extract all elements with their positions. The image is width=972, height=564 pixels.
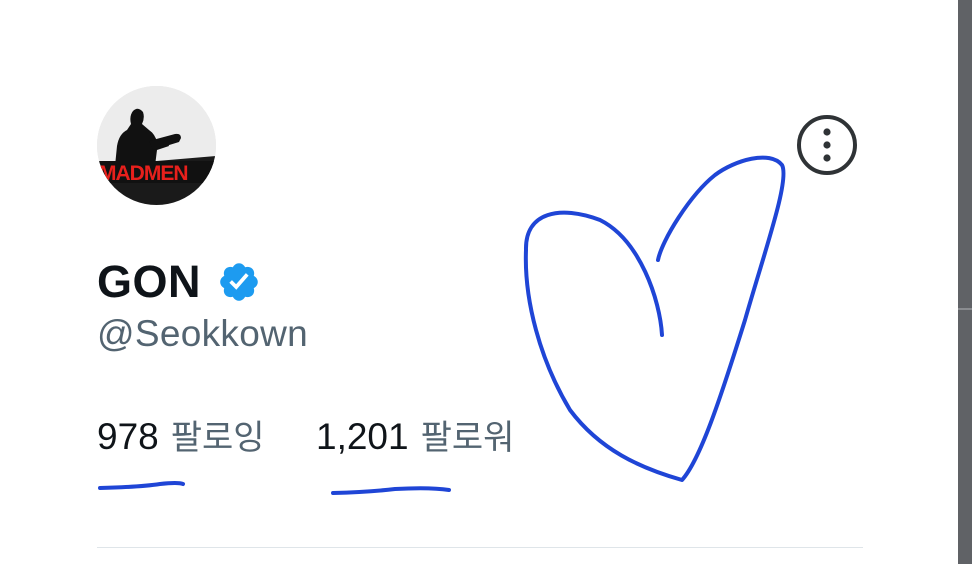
more-options-icon [797,115,857,175]
section-divider [97,547,863,548]
more-options-button[interactable] [797,115,857,175]
following-stat[interactable]: 978 팔로잉 [97,410,265,459]
display-name-row: GON [97,254,261,310]
profile-page: MADMEN GON @Seokkown 978 팔로잉 1,201 팔로워 [0,0,972,564]
following-underline [98,481,185,490]
scrollbar[interactable] [958,0,972,564]
avatar-image: MADMEN [97,86,216,205]
verified-badge-icon[interactable] [217,260,261,304]
following-count: 978 [97,416,159,457]
followers-label: 팔로워 [420,418,515,458]
display-name: GON [97,256,202,307]
following-label: 팔로잉 [170,418,265,458]
user-handle: @Seokkown [97,313,308,354]
avatar-logo-text: MADMEN [99,162,188,185]
followers-count: 1,201 [316,416,409,457]
scrollbar-thumb[interactable] [958,308,972,310]
followers-underline [331,486,451,495]
avatar[interactable]: MADMEN [97,86,216,205]
followers-stat[interactable]: 1,201 팔로워 [316,410,514,459]
heart-doodle [523,155,786,482]
